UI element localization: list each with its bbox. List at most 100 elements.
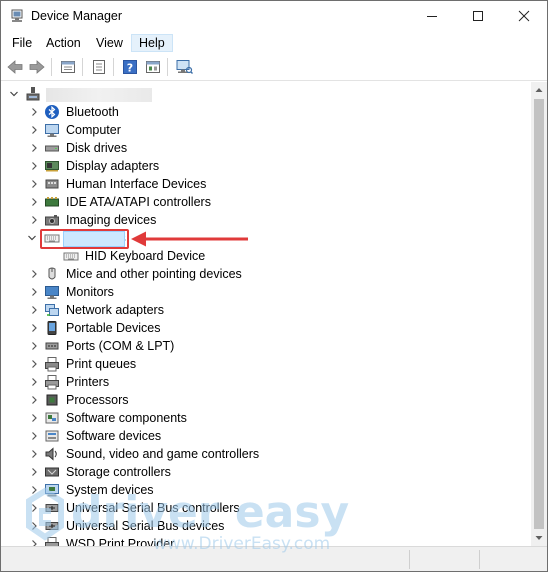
- bluetooth-icon: [45, 105, 59, 119]
- tree-category[interactable]: IDE ATA/ATAPI controllers: [1, 193, 531, 211]
- forward-arrow-icon: [29, 60, 45, 74]
- expand-chevron-icon[interactable]: [29, 160, 39, 172]
- expand-chevron-icon[interactable]: [29, 448, 39, 460]
- forward-button[interactable]: [27, 57, 47, 77]
- tree-category[interactable]: Bluetooth: [1, 103, 531, 121]
- expand-chevron-icon[interactable]: [29, 106, 39, 118]
- tree-category[interactable]: System devices: [1, 481, 531, 499]
- red-callout-box: [40, 229, 129, 249]
- device-manager-window: Device Manager File Action View Help ? B…: [0, 0, 548, 572]
- tree-category[interactable]: Printers: [1, 373, 531, 391]
- computer-icon: [45, 124, 59, 137]
- tree-item-label: Storage controllers: [66, 465, 171, 479]
- help-button[interactable]: ?: [120, 57, 140, 77]
- network-icon: [45, 304, 59, 316]
- menu-view[interactable]: View: [89, 34, 130, 52]
- expand-chevron-icon[interactable]: [29, 268, 39, 280]
- tree-item-label: Software devices: [66, 429, 162, 443]
- tree-category[interactable]: Universal Serial Bus controllers: [1, 499, 531, 517]
- tree-category[interactable]: Imaging devices: [1, 211, 531, 229]
- close-button[interactable]: [501, 1, 547, 31]
- expand-chevron-icon[interactable]: [29, 358, 39, 370]
- toolbar-separator: [113, 58, 114, 76]
- ide-controller-icon: [45, 197, 59, 207]
- scroll-down-button[interactable]: [531, 530, 547, 546]
- display-adapter-icon: [45, 161, 59, 172]
- device-tree[interactable]: Bluetooth Computer Disk drives Display adap…: [1, 82, 531, 546]
- expand-chevron-icon[interactable]: [29, 178, 39, 190]
- tree-category[interactable]: Network adapters: [1, 301, 531, 319]
- printer-icon: [45, 375, 59, 390]
- menu-action[interactable]: Action: [39, 34, 88, 52]
- collapse-chevron-icon[interactable]: [9, 88, 19, 100]
- tree-child-item[interactable]: HID Keyboard Device: [1, 247, 531, 265]
- expand-chevron-icon[interactable]: [29, 502, 39, 514]
- title-bar[interactable]: Device Manager: [1, 1, 547, 31]
- toolbar-separator: [82, 58, 83, 76]
- tree-item-label: System devices: [66, 483, 154, 497]
- expand-chevron-icon[interactable]: [29, 142, 39, 154]
- expand-chevron-icon[interactable]: [29, 322, 39, 334]
- show-hidden-button[interactable]: [143, 57, 163, 77]
- tree-category[interactable]: Human Interface Devices: [1, 175, 531, 193]
- tree-item-label: Monitors: [66, 285, 114, 299]
- tree-category[interactable]: Display adapters: [1, 157, 531, 175]
- expand-chevron-icon[interactable]: [29, 520, 39, 532]
- tree-item-label: IDE ATA/ATAPI controllers: [66, 195, 211, 209]
- expand-chevron-icon[interactable]: [29, 196, 39, 208]
- menu-file[interactable]: File: [5, 34, 39, 52]
- maximize-button[interactable]: [455, 1, 501, 31]
- expand-chevron-icon[interactable]: [29, 340, 39, 352]
- status-bar: [1, 546, 547, 571]
- tree-category[interactable]: Universal Serial Bus devices: [1, 517, 531, 535]
- toolbar-separator: [51, 58, 52, 76]
- expand-chevron-icon[interactable]: [29, 304, 39, 316]
- collapse-chevron-icon[interactable]: [27, 232, 37, 244]
- tree-category[interactable]: Disk drives: [1, 139, 531, 157]
- properties-button[interactable]: [58, 57, 78, 77]
- tree-category[interactable]: Software devices: [1, 427, 531, 445]
- tree-category[interactable]: Processors: [1, 391, 531, 409]
- menu-help[interactable]: Help: [131, 34, 173, 52]
- software-component-icon: [45, 412, 59, 424]
- expand-chevron-icon[interactable]: [29, 376, 39, 388]
- back-arrow-icon: [7, 60, 23, 74]
- tree-item-label: Imaging devices: [66, 213, 157, 227]
- expand-chevron-icon[interactable]: [29, 466, 39, 478]
- update-driver-button[interactable]: [89, 57, 109, 77]
- expand-chevron-icon[interactable]: [29, 484, 39, 496]
- back-button[interactable]: [5, 57, 25, 77]
- tree-item-label: WSD Print Provider: [66, 537, 175, 546]
- expand-chevron-icon[interactable]: [29, 286, 39, 298]
- tree-item-label: Ports (COM & LPT): [66, 339, 175, 353]
- tree-category[interactable]: Sound, video and game controllers: [1, 445, 531, 463]
- tree-category[interactable]: Mice and other pointing devices: [1, 265, 531, 283]
- tree-item-label: HID Keyboard Device: [85, 249, 206, 263]
- tree-category[interactable]: Computer: [1, 121, 531, 139]
- tree-category[interactable]: Monitors: [1, 283, 531, 301]
- tree-item-label: Human Interface Devices: [66, 177, 207, 191]
- tree-category[interactable]: Print queues: [1, 355, 531, 373]
- minimize-button[interactable]: [409, 1, 455, 31]
- monitor-icon: [45, 286, 59, 299]
- expand-chevron-icon[interactable]: [29, 394, 39, 406]
- expand-chevron-icon[interactable]: [29, 538, 39, 546]
- expand-chevron-icon[interactable]: [29, 412, 39, 424]
- tree-category[interactable]: WSD Print Provider: [1, 535, 531, 546]
- computer-name-redacted: [46, 88, 152, 102]
- expand-chevron-icon[interactable]: [29, 214, 39, 226]
- vertical-scrollbar[interactable]: [531, 82, 547, 546]
- tree-item-label: Portable Devices: [66, 321, 161, 335]
- status-separator: [479, 550, 480, 569]
- expand-chevron-icon[interactable]: [29, 124, 39, 136]
- scan-hardware-button[interactable]: [174, 57, 194, 77]
- tree-category[interactable]: Portable Devices: [1, 319, 531, 337]
- tree-category[interactable]: Software components: [1, 409, 531, 427]
- scroll-thumb[interactable]: [534, 99, 544, 529]
- tree-root[interactable]: [1, 85, 531, 103]
- tree-category[interactable]: Storage controllers: [1, 463, 531, 481]
- expand-chevron-icon[interactable]: [29, 430, 39, 442]
- scroll-up-button[interactable]: [531, 82, 547, 98]
- software-device-icon: [45, 430, 59, 442]
- tree-category[interactable]: Ports (COM & LPT): [1, 337, 531, 355]
